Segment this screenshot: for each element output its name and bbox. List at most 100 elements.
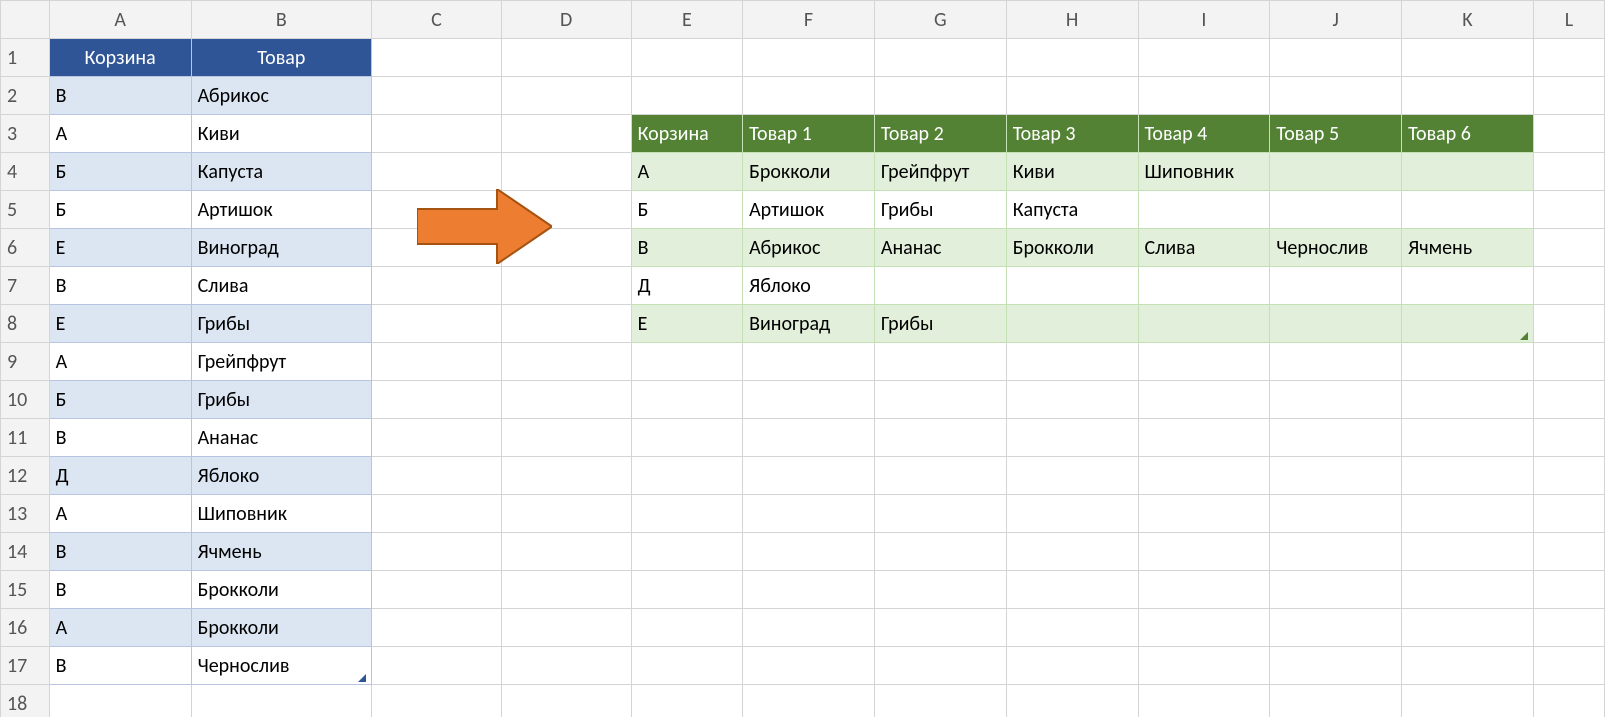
cell-I17[interactable] [1138,647,1270,685]
cell-D7[interactable] [501,267,631,305]
cell-E4[interactable]: А [631,153,743,191]
cell-H4[interactable]: Киви [1006,153,1138,191]
cell-H13[interactable] [1006,495,1138,533]
cell-L10[interactable] [1533,381,1604,419]
cell-E10[interactable] [631,381,743,419]
cell-B9[interactable]: Грейпфрут [191,343,371,381]
cell-H8[interactable] [1006,305,1138,343]
cell-K12[interactable] [1402,457,1534,495]
row-header-5[interactable]: 5 [1,191,50,229]
cell-J11[interactable] [1270,419,1402,457]
cell-C8[interactable] [372,305,502,343]
cell-B1[interactable]: Товар [191,39,371,77]
cell-C9[interactable] [372,343,502,381]
cell-K9[interactable] [1402,343,1534,381]
cell-G11[interactable] [874,419,1006,457]
cell-A2[interactable]: В [49,77,191,115]
cell-E15[interactable] [631,571,743,609]
cell-H11[interactable] [1006,419,1138,457]
cell-I2[interactable] [1138,77,1270,115]
row-header-7[interactable]: 7 [1,267,50,305]
cell-H14[interactable] [1006,533,1138,571]
row-header-1[interactable]: 1 [1,39,50,77]
cell-D12[interactable] [501,457,631,495]
cell-D2[interactable] [501,77,631,115]
cell-H7[interactable] [1006,267,1138,305]
cell-I7[interactable] [1138,267,1270,305]
cell-L12[interactable] [1533,457,1604,495]
cell-E9[interactable] [631,343,743,381]
cell-F8[interactable]: Виноград [743,305,875,343]
cell-G8[interactable]: Грибы [874,305,1006,343]
table-resize-handle[interactable] [358,674,366,682]
cell-H9[interactable] [1006,343,1138,381]
cell-H18[interactable] [1006,685,1138,717]
cell-E16[interactable] [631,609,743,647]
row-header-15[interactable]: 15 [1,571,50,609]
cell-F6[interactable]: Абрикос [743,229,875,267]
cell-I4[interactable]: Шиповник [1138,153,1270,191]
col-header-C[interactable]: C [372,1,502,39]
cell-C5[interactable] [372,191,502,229]
cell-J3[interactable]: Товар 5 [1270,115,1402,153]
cell-K7[interactable] [1402,267,1534,305]
cell-B13[interactable]: Шиповник [191,495,371,533]
cell-F17[interactable] [743,647,875,685]
col-header-L[interactable]: L [1533,1,1604,39]
cell-L5[interactable] [1533,191,1604,229]
cell-H1[interactable] [1006,39,1138,77]
row-header-18[interactable]: 18 [1,685,50,717]
cell-G6[interactable]: Ананас [874,229,1006,267]
cell-C14[interactable] [372,533,502,571]
cell-H3[interactable]: Товар 3 [1006,115,1138,153]
cell-G9[interactable] [874,343,1006,381]
cell-J2[interactable] [1270,77,1402,115]
row-header-11[interactable]: 11 [1,419,50,457]
cell-A10[interactable]: Б [49,381,191,419]
cell-E8[interactable]: Е [631,305,743,343]
cell-I13[interactable] [1138,495,1270,533]
cell-E12[interactable] [631,457,743,495]
cell-C16[interactable] [372,609,502,647]
cell-I9[interactable] [1138,343,1270,381]
row-header-12[interactable]: 12 [1,457,50,495]
cell-L13[interactable] [1533,495,1604,533]
cell-J16[interactable] [1270,609,1402,647]
cell-E2[interactable] [631,77,743,115]
cell-E18[interactable] [631,685,743,717]
cell-G15[interactable] [874,571,1006,609]
cell-I5[interactable] [1138,191,1270,229]
row-header-2[interactable]: 2 [1,77,50,115]
cell-G3[interactable]: Товар 2 [874,115,1006,153]
cell-J14[interactable] [1270,533,1402,571]
col-header-A[interactable]: A [49,1,191,39]
cell-K18[interactable] [1402,685,1534,717]
cell-I12[interactable] [1138,457,1270,495]
cell-D16[interactable] [501,609,631,647]
cell-B6[interactable]: Виноград [191,229,371,267]
cell-B5[interactable]: Артишок [191,191,371,229]
cell-K4[interactable] [1402,153,1534,191]
cell-F2[interactable] [743,77,875,115]
cell-B18[interactable] [191,685,371,717]
cell-I1[interactable] [1138,39,1270,77]
cell-G13[interactable] [874,495,1006,533]
cell-B16[interactable]: Брокколи [191,609,371,647]
cell-J13[interactable] [1270,495,1402,533]
cell-E1[interactable] [631,39,743,77]
cell-D1[interactable] [501,39,631,77]
cell-G1[interactable] [874,39,1006,77]
cell-L6[interactable] [1533,229,1604,267]
cell-F11[interactable] [743,419,875,457]
cell-F15[interactable] [743,571,875,609]
cell-J5[interactable] [1270,191,1402,229]
cell-L4[interactable] [1533,153,1604,191]
cell-D18[interactable] [501,685,631,717]
cell-C10[interactable] [372,381,502,419]
cell-L15[interactable] [1533,571,1604,609]
worksheet-grid[interactable]: A B C D E F G H I J K L 1КорзинаТовар2ВА… [0,0,1605,717]
cell-C17[interactable] [372,647,502,685]
cell-D17[interactable] [501,647,631,685]
cell-G4[interactable]: Грейпфрут [874,153,1006,191]
cell-G5[interactable]: Грибы [874,191,1006,229]
